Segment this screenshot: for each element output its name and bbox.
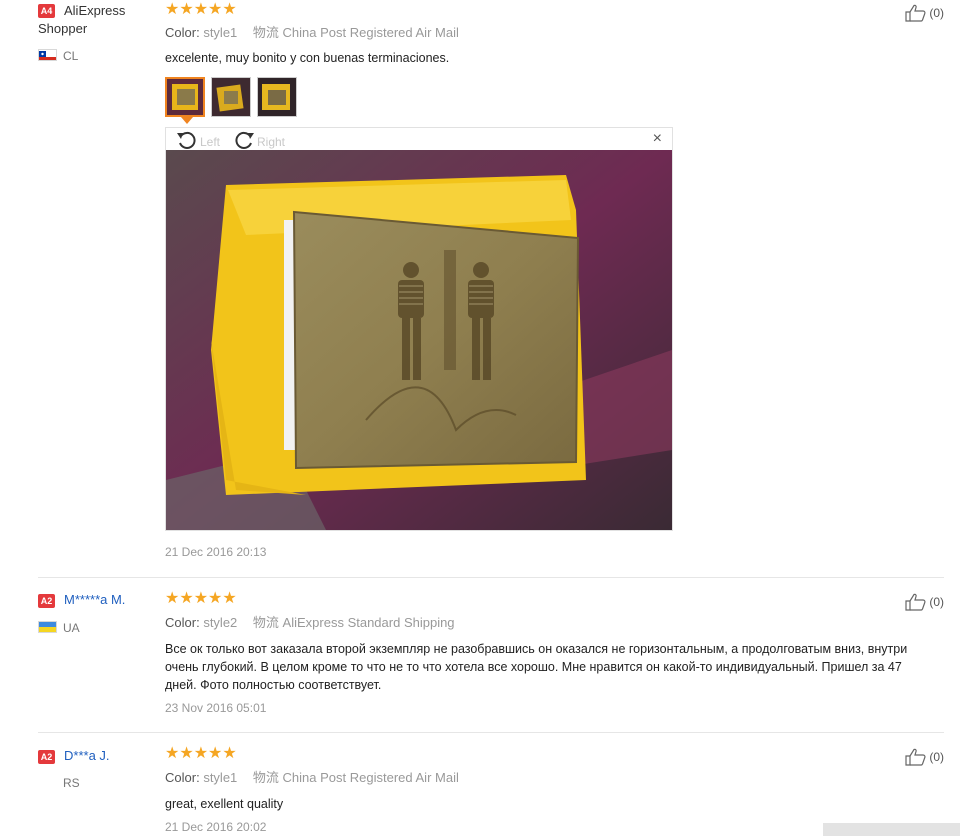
thumbs-up-icon (905, 593, 927, 611)
star-rating: ★★★★★ (165, 1, 237, 18)
color-value: style1 (203, 770, 238, 785)
star-rating: ★★★★★ (165, 745, 237, 762)
review-text: excelente, muy bonito y con buenas termi… (165, 51, 450, 65)
reviewer-name[interactable]: D***a J. (64, 747, 110, 765)
thumbs-up-icon (905, 4, 927, 22)
helpful-count: (0) (929, 6, 944, 20)
color-value: style1 (203, 25, 238, 40)
helpful-count: (0) (929, 750, 944, 764)
rotate-right-label: Right (257, 134, 286, 149)
thumbs-up-icon (905, 748, 927, 766)
reviewer-name: AliExpress Shopper (38, 3, 126, 36)
reviewer-name[interactable]: M*****a M. (64, 591, 125, 609)
order-attributes: Color: style1 物流 China Post Registered A… (165, 769, 459, 787)
review-divider (38, 577, 944, 578)
shipping-label: 物流 (252, 25, 279, 40)
shipping-value: China Post Registered Air Mail (282, 25, 459, 40)
helpful-button[interactable]: (0) (905, 593, 944, 611)
color-value: style2 (203, 615, 238, 630)
order-attributes: Color: style2 物流 AliExpress Standard Shi… (165, 614, 455, 632)
color-label: Color: (165, 25, 200, 40)
photo-viewer: Left Right × (165, 127, 673, 531)
photo-thumbnail[interactable] (211, 77, 251, 117)
review-date: 23 Nov 2016 05:01 (165, 701, 267, 715)
review-text: great, exellent quality (165, 797, 284, 811)
ukraine-flag-icon (38, 621, 57, 633)
review-divider (38, 732, 944, 733)
photo-viewer-toolbar: Left Right × (166, 128, 672, 150)
color-label: Color: (165, 770, 200, 785)
review-date: 21 Dec 2016 20:13 (165, 545, 267, 559)
country-code: CL (63, 49, 79, 63)
order-attributes: Color: style1 物流 China Post Registered A… (165, 24, 459, 42)
shipping-value: China Post Registered Air Mail (282, 770, 459, 785)
color-label: Color: (165, 615, 200, 630)
helpful-button[interactable]: (0) (905, 4, 944, 22)
chile-flag-icon (38, 49, 57, 61)
buyer-level-badge: A2 (38, 750, 55, 764)
rotate-left-label: Left (200, 134, 221, 149)
review-photo (166, 150, 672, 530)
star-rating: ★★★★★ (165, 590, 237, 607)
photo-thumbnail[interactable] (165, 77, 205, 117)
photo-thumbnail[interactable] (257, 77, 297, 117)
buyer-level-badge: A2 (38, 594, 55, 608)
country-code: UA (63, 621, 80, 635)
active-thumbnail-pointer (181, 117, 193, 124)
review-date: 21 Dec 2016 20:02 (165, 820, 267, 834)
shipping-label: 物流 (252, 770, 279, 785)
helpful-count: (0) (929, 595, 944, 609)
shipping-value: AliExpress Standard Shipping (282, 615, 455, 630)
close-icon[interactable]: × (653, 130, 662, 148)
shipping-label: 物流 (252, 615, 279, 630)
helpful-button[interactable]: (0) (905, 748, 944, 766)
review-text: Все ок только вот заказала второй экземп… (165, 642, 908, 692)
review-photo-thumbnails (165, 77, 297, 117)
country-code: RS (63, 776, 80, 790)
scrollbar[interactable] (823, 823, 960, 836)
